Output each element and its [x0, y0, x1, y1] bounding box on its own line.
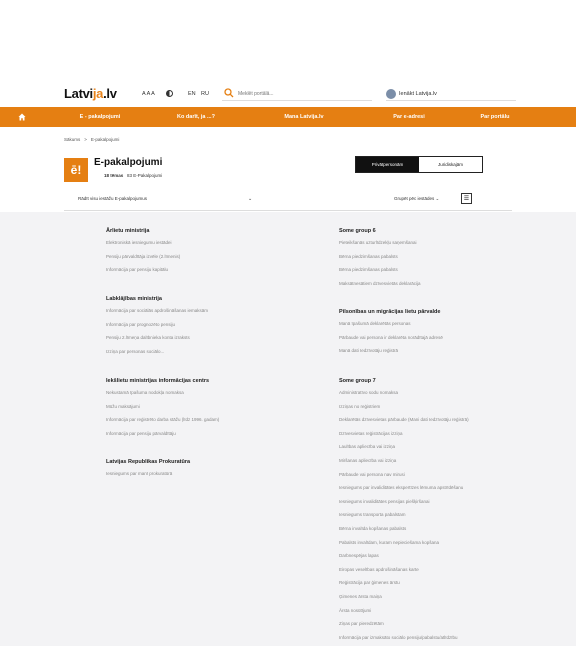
service-link[interactable]: Informācija par sociālās apdrošināšanas … — [106, 307, 208, 321]
service-link[interactable]: Izziņas no reģistriem — [339, 403, 469, 417]
group-title: Pilsonības un migrācijas lietu pārvalde — [339, 309, 441, 315]
e-services-icon: ē! — [64, 158, 88, 182]
group-arlietu: Ārlietu ministrija Elektroniskā iesniegu… — [106, 228, 180, 280]
service-link[interactable]: Mūžu maksājumi — [106, 403, 219, 417]
service-link[interactable]: Iesniegums transporta pabalstam — [339, 511, 469, 525]
service-link[interactable]: Iesniegums invaliditātes pensijas piešķi… — [339, 498, 469, 512]
service-link[interactable]: Pieteikšanās uzturlīdzekļu saņemšanai — [339, 239, 421, 253]
group-some-6: Some group 6 Pieteikšanās uzturlīdzekļu … — [339, 228, 421, 293]
group-title: Iekšlietu ministrijas informācijas centr… — [106, 378, 210, 384]
group-by-chevron-icon: ⌄ — [435, 196, 440, 201]
filter-underline — [64, 210, 512, 211]
themes-count: 18 tēmas — [104, 173, 124, 178]
site-logo[interactable]: Latvija.lv — [64, 86, 117, 101]
group-title: Some group 6 — [339, 228, 376, 234]
service-link[interactable]: Elektroniskā iesniegumu iestādei — [106, 239, 180, 253]
service-link[interactable]: Pārbaude vai persona nav mirusi — [339, 471, 469, 485]
nav-item-mana-latvija[interactable]: Mana Latvija.lv — [244, 107, 364, 127]
font-size-switcher[interactable]: A A A — [142, 91, 155, 97]
service-link[interactable]: Ģimenes ārsta maiņa — [339, 593, 469, 607]
logo-accent: ja — [92, 86, 104, 101]
home-icon — [18, 113, 26, 121]
login-underline — [386, 100, 516, 101]
audience-toggle: Privātpersonām Juridiskajām — [355, 156, 483, 173]
lang-en-link[interactable]: EN — [188, 91, 196, 97]
service-link[interactable]: Informācija par izmaksāto sociālo pensij… — [339, 634, 469, 646]
logo-tail: .lv — [103, 86, 117, 101]
main-nav: E - pakalpojumi Ko darīt, ja ...? Mana L… — [0, 107, 576, 127]
group-by-select[interactable]: Grupēt pēc iestādes ⌄ — [394, 196, 439, 202]
logo-text: Latvi — [64, 86, 93, 101]
group-title: Labklājības ministrija — [106, 296, 162, 302]
services-list: Ārlietu ministrija Elektroniskā iesniegu… — [0, 212, 576, 646]
contrast-icon[interactable] — [166, 90, 173, 97]
breadcrumb-separator: > — [84, 137, 87, 142]
toggle-private-persons[interactable]: Privātpersonām — [356, 157, 419, 172]
search-input[interactable] — [238, 89, 358, 98]
group-prokuratura: Latvijas Republikas Prokuratūra Iesniegu… — [106, 459, 190, 484]
filter-row: Rādīt visu iestāžu E-pakalpojumus ⌄ Grup… — [64, 193, 512, 211]
group-title: Ārlietu ministrija — [106, 228, 150, 234]
group-ieklietu: Iekšlietu ministrijas informācijas centr… — [106, 378, 219, 443]
counts-summary: 18 tēmas 83 E-Pakalpojumi — [104, 173, 162, 178]
service-link[interactable]: Maksātnesātiem dzīvesvietās deklarācija — [339, 280, 421, 294]
service-link[interactable]: Reģistrācija par ģimenes ārstu — [339, 579, 469, 593]
service-link[interactable]: Izziņa par personas sociālo... — [106, 348, 208, 362]
page-title: E-pakalpojumi — [94, 157, 163, 168]
service-link[interactable]: Iesniegums par manī prokuratūrā — [106, 470, 190, 484]
group-by-label: Grupēt pēc iestādes — [394, 196, 435, 201]
service-link[interactable]: Manā dati Iedzīvotāju reģistrā — [339, 347, 443, 361]
service-link[interactable]: Laulības apliecība vai izziņa — [339, 443, 469, 457]
service-link[interactable]: Miršanas apliecība vai izziņa — [339, 457, 469, 471]
institution-filter-select[interactable]: Rādīt visu iestāžu E-pakalpojumus — [78, 196, 147, 201]
group-title: Latvijas Republikas Prokuratūra — [106, 459, 191, 465]
user-icon — [386, 89, 396, 99]
nav-item-e-pakalpojumi[interactable]: E - pakalpojumi — [52, 107, 148, 127]
service-link[interactable]: Pabalsts invalīdam, kuram nepieciešama k… — [339, 539, 469, 553]
service-link[interactable]: Pensiju pārvaldītāja izvēle (2.līmenis) — [106, 253, 180, 267]
group-labklajibas: Labklājības ministrija Informācija par s… — [106, 296, 208, 361]
top-bar: Latvija.lv A A A EN RU Ienākt Latvija.lv — [0, 84, 576, 104]
group-title: Some group 7 — [339, 378, 376, 384]
service-link[interactable]: Pārbaude vai persona ir deklarēta norādī… — [339, 334, 443, 348]
breadcrumb: Sākums > E-pakalpojumi — [64, 137, 119, 142]
service-link[interactable]: Darbnespējas lapas — [339, 552, 469, 566]
breadcrumb-current: E-pakalpojumi — [90, 137, 120, 142]
login-label: Ienākt Latvija.lv — [399, 91, 437, 97]
service-link[interactable]: Eiropas veselības apdrošināšanas karte — [339, 566, 469, 580]
service-link[interactable]: Bērna piedzimšanas pabalsts — [339, 253, 421, 267]
service-link[interactable]: Bērna piedzimšanas pabalsts — [339, 266, 421, 280]
service-link[interactable]: Deklarētās dzīvesvietas pārbaude (Mani d… — [339, 416, 469, 430]
login-button[interactable]: Ienākt Latvija.lv — [386, 88, 437, 100]
group-some-7: Some group 7 Administratīvo sodu nomaksa… — [339, 378, 469, 646]
nav-item-par-portalu[interactable]: Par portālu — [454, 107, 536, 127]
service-link[interactable]: Bērna invalīda kopšanas pabalsts — [339, 525, 469, 539]
lang-ru-link[interactable]: RU — [201, 91, 209, 97]
service-link[interactable]: Nekustamā īpašuma nodokļa nomaksa — [106, 389, 219, 403]
toggle-legal-entities[interactable]: Juridiskajām — [419, 157, 482, 172]
search-underline — [222, 100, 372, 101]
service-link[interactable]: Informācija par pensiju kapitālu — [106, 266, 180, 280]
list-view-icon[interactable]: ☰ — [461, 193, 472, 204]
service-link[interactable]: Informācija par reģistrēto darba stāžu (… — [106, 416, 219, 430]
service-link[interactable]: Informācija par prognozēto pensiju — [106, 321, 208, 335]
service-link[interactable]: Ziņas par pieredzētām — [339, 620, 469, 634]
breadcrumb-home[interactable]: Sākums — [64, 137, 80, 142]
service-link[interactable]: Ārsta nosūtījumi — [339, 607, 469, 621]
group-pmlp: Pilsonības un migrācijas lietu pārvalde … — [339, 309, 443, 361]
service-link[interactable]: Dzīvesvietas reģistrācijas izziņa — [339, 430, 469, 444]
service-link[interactable]: Informācija par pensiju pārvaldītāju — [106, 430, 219, 444]
services-count: 83 E-Pakalpojumi — [127, 173, 163, 178]
service-link[interactable]: Manā īpašumā deklarētās personas — [339, 320, 443, 334]
nav-item-par-e-adresi[interactable]: Par e-adresi — [364, 107, 454, 127]
service-link[interactable]: Administratīvo sodu nomaksa — [339, 389, 469, 403]
service-link[interactable]: Pensiju 2.līmeņa dalībnieka konta izraks… — [106, 334, 208, 348]
service-link[interactable]: Iesniegums par invaliditātes ekspertīzes… — [339, 484, 469, 498]
home-nav-item[interactable] — [0, 107, 52, 127]
search-icon[interactable] — [224, 88, 234, 98]
chevron-down-icon[interactable]: ⌄ — [248, 196, 252, 202]
nav-item-ko-darit[interactable]: Ko darīt, ja ...? — [148, 107, 244, 127]
